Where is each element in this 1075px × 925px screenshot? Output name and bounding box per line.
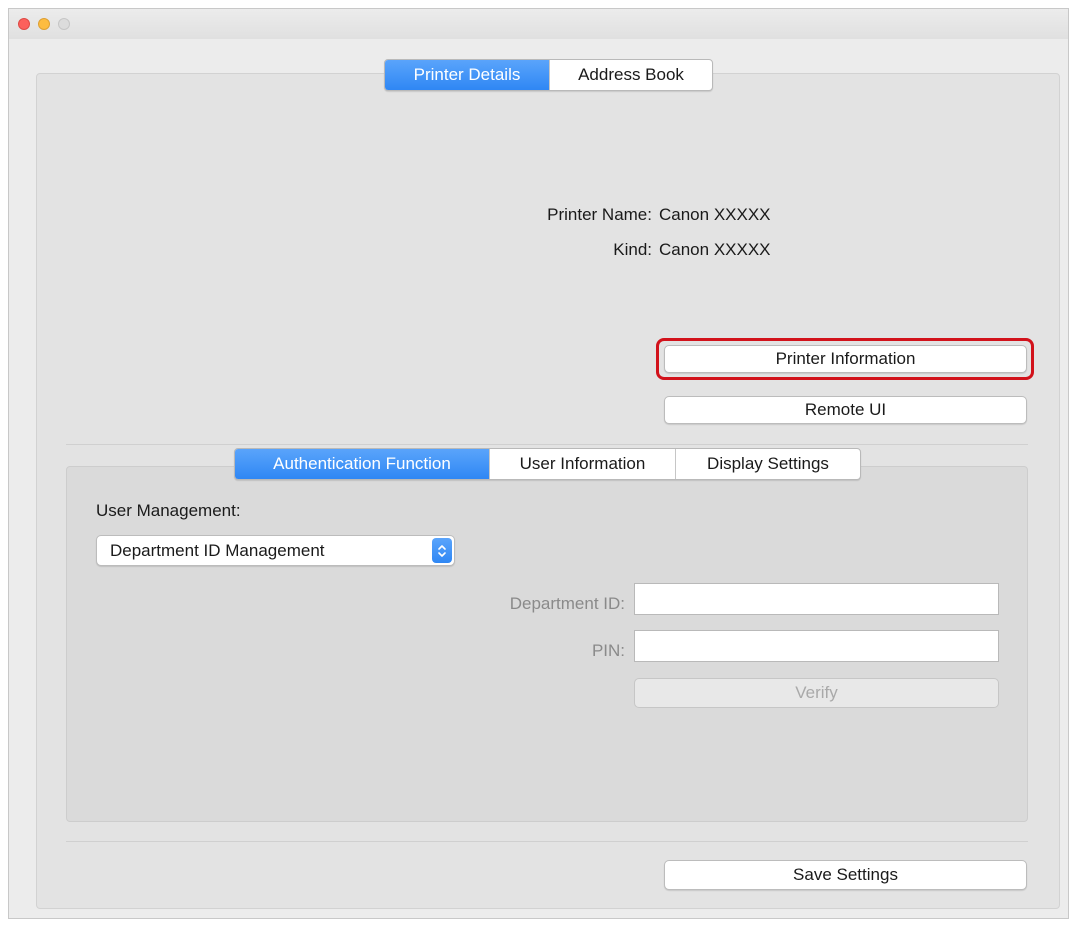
tab-display-settings[interactable]: Display Settings: [676, 449, 860, 479]
printer-information-button[interactable]: Printer Information: [664, 345, 1027, 373]
close-window-button[interactable]: [18, 18, 30, 30]
remote-ui-button[interactable]: Remote UI: [664, 396, 1027, 424]
zoom-window-button[interactable]: [58, 18, 70, 30]
user-management-select[interactable]: Department ID Management: [96, 535, 455, 566]
save-settings-button[interactable]: Save Settings: [664, 860, 1027, 890]
tab-address-book[interactable]: Address Book: [550, 60, 712, 90]
kind-label: Kind:: [613, 240, 652, 259]
verify-button[interactable]: Verify: [634, 678, 999, 708]
printer-name-value: Canon XXXXX: [659, 205, 771, 224]
kind-value: Canon XXXXX: [659, 240, 771, 259]
user-management-selected-value: Department ID Management: [110, 540, 325, 560]
top-tab-bar: Printer Details Address Book: [384, 59, 713, 91]
tab-authentication-function[interactable]: Authentication Function: [235, 449, 490, 479]
separator: [66, 444, 1028, 445]
department-id-field[interactable]: [634, 583, 999, 615]
authentication-panel: User Management: Department ID Managemen…: [66, 466, 1028, 822]
separator: [66, 841, 1028, 842]
minimize-window-button[interactable]: [38, 18, 50, 30]
sub-tab-bar: Authentication Function User Information…: [234, 448, 861, 480]
app-window: Printer Name: Canon XXXXX Kind: Canon XX…: [8, 8, 1069, 919]
printer-name-label: Printer Name:: [547, 205, 652, 224]
user-management-label: User Management:: [96, 501, 241, 520]
pin-field[interactable]: [634, 630, 999, 662]
tab-user-information[interactable]: User Information: [490, 449, 676, 479]
title-bar: [9, 9, 1068, 39]
department-id-label: Department ID:: [509, 594, 625, 613]
tab-printer-details[interactable]: Printer Details: [385, 60, 550, 90]
pin-label: PIN:: [591, 641, 625, 660]
up-down-chevron-icon: [432, 538, 452, 563]
